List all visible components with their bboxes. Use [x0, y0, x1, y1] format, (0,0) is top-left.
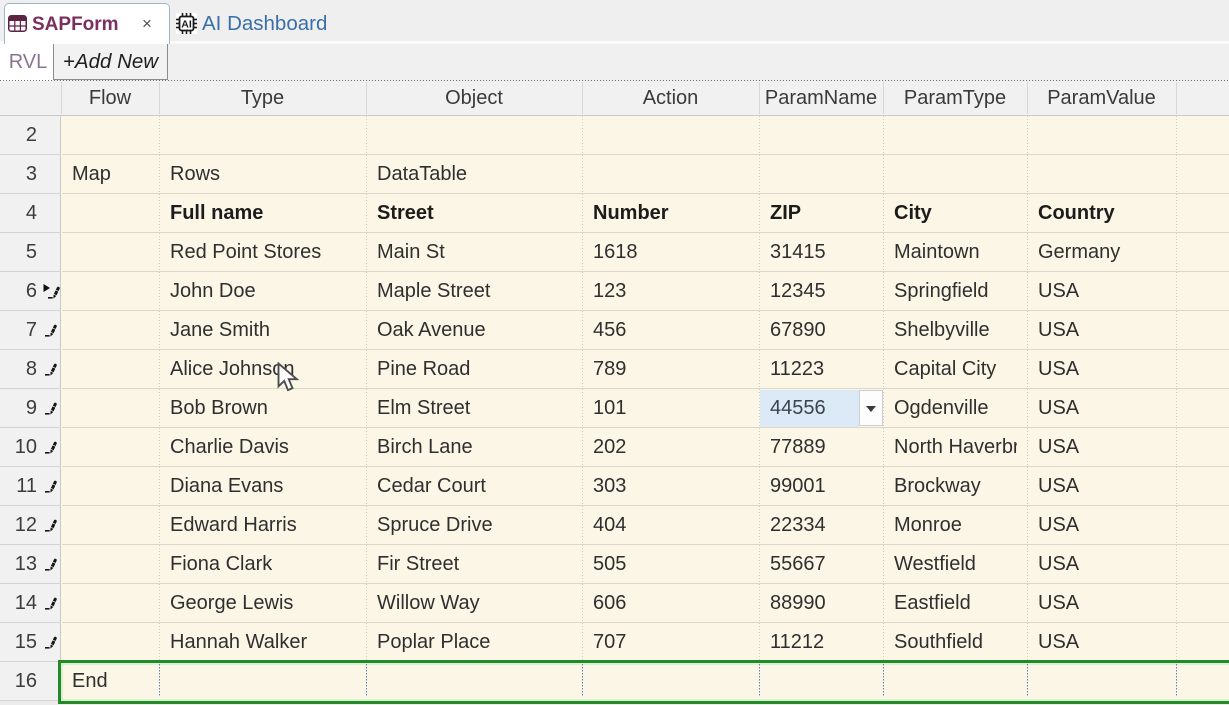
svg-text:AI: AI	[181, 18, 192, 30]
